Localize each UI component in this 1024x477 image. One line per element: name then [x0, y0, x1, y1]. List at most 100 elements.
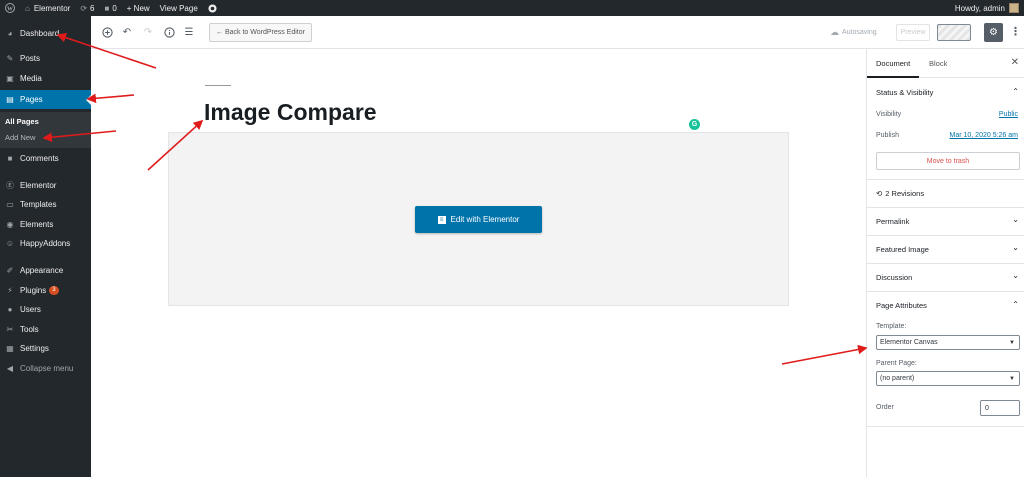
template-select[interactable]: Elementor Canvas ▼: [876, 335, 1020, 350]
panel-divider: [867, 263, 1024, 264]
sidebar-item-comments[interactable]: ■ Comments: [0, 149, 91, 168]
page-title[interactable]: Image Compare: [204, 99, 377, 126]
media-icon: ▣: [6, 74, 14, 83]
pages-icon: ▤: [6, 95, 14, 104]
updates-count: 6: [90, 3, 95, 13]
block-navigation-icon[interactable]: ☰: [183, 26, 195, 38]
sidebar-item-posts[interactable]: ✎ Posts: [0, 49, 91, 68]
admin-bar: W ⌂ Elementor ⟳ 6 ■ 0 + New View Page Ho…: [0, 0, 1024, 16]
tab-document[interactable]: Document: [876, 59, 910, 68]
collapse-icon: ◀: [6, 364, 14, 373]
chevron-down-icon[interactable]: ⌄: [1012, 271, 1019, 280]
sidebar-item-tools[interactable]: ✂ Tools: [0, 320, 91, 339]
grammarly-icon[interactable]: G: [689, 119, 700, 130]
close-icon[interactable]: ✕: [1011, 57, 1019, 68]
add-block-icon[interactable]: [101, 26, 113, 38]
settings-icon: ▦: [6, 344, 14, 353]
sidebar-item-plugins[interactable]: ⚡ Plugins 3: [0, 281, 91, 300]
autosave-status: ☁ Autosaving: [830, 27, 877, 38]
chevron-down-icon[interactable]: ⌄: [1012, 215, 1019, 224]
sidebar-item-appearance[interactable]: ✐ Appearance: [0, 261, 91, 280]
edit-button-label: Edit with Elementor: [450, 215, 520, 224]
panel-divider: [867, 235, 1024, 236]
edit-with-elementor-button[interactable]: ≡ Edit with Elementor: [415, 206, 542, 233]
pages-submenu: All Pages Add New: [0, 112, 91, 148]
sidebar-item-templates[interactable]: ▭ Templates: [0, 195, 91, 214]
revisions-link[interactable]: ⟲ 2 Revisions: [876, 189, 924, 198]
undo-icon[interactable]: ↶: [121, 26, 133, 38]
editor-toolbar: ↶ ↷ ☰ ← Back to WordPress Editor ☁ Autos…: [91, 16, 1024, 49]
visibility-label: Visibility: [876, 111, 902, 118]
elementor-toolbar-icon[interactable]: [203, 0, 222, 16]
sidebar-item-label: Users: [20, 305, 41, 314]
comments-link[interactable]: ■ 0: [99, 0, 121, 16]
greeting-label: Howdy, admin: [954, 3, 1005, 13]
preview-button[interactable]: Preview: [896, 24, 930, 41]
new-content-link[interactable]: + New: [122, 0, 155, 16]
order-label: Order: [876, 404, 894, 411]
site-name-link[interactable]: ⌂ Elementor: [20, 0, 75, 16]
back-to-wordpress-editor-button[interactable]: ← Back to WordPress Editor: [209, 23, 312, 42]
sidebar-item-label: Elementor: [20, 181, 57, 190]
publish-date-link[interactable]: Mar 10, 2020 5:26 am: [950, 132, 1019, 139]
avatar: [1009, 3, 1019, 13]
caret-down-icon: ▼: [1009, 339, 1015, 346]
info-icon[interactable]: [163, 26, 175, 38]
sidebar-tabs: Document Block ✕: [867, 49, 1024, 78]
more-options-icon[interactable]: ⋮: [1010, 25, 1021, 38]
sidebar-item-label: Comments: [20, 154, 59, 163]
parent-page-label: Parent Page:: [876, 360, 917, 367]
move-to-trash-button[interactable]: Move to trash: [876, 152, 1020, 170]
settings-toggle-button[interactable]: ⚙: [984, 23, 1003, 42]
sidebar-item-media[interactable]: ▣ Media: [0, 69, 91, 88]
comment-bubble-icon: ■: [104, 3, 110, 13]
publish-label: Publish: [876, 132, 899, 139]
wordpress-logo-icon[interactable]: W: [0, 0, 20, 16]
plugin-icon: ⚡: [7, 286, 13, 295]
submenu-all-pages[interactable]: All Pages: [5, 117, 39, 126]
visibility-link[interactable]: Public: [999, 111, 1018, 118]
elementor-logo-icon: ≡: [437, 215, 446, 224]
sidebar-item-dashboard[interactable]: ◕ Dashboard: [0, 24, 91, 43]
elementor-icon: Ⓔ: [6, 181, 14, 190]
active-tab-indicator: [867, 76, 919, 78]
featured-image-panel-title[interactable]: Featured Image: [876, 245, 929, 254]
panel-divider: [867, 426, 1024, 427]
sidebar-item-happyaddons[interactable]: ☺ HappyAddons: [0, 234, 91, 253]
folder-icon: ▭: [6, 200, 14, 209]
caret-down-icon: ▼: [1009, 375, 1015, 382]
discussion-panel-title[interactable]: Discussion: [876, 273, 912, 282]
view-page-link[interactable]: View Page: [155, 0, 203, 16]
sidebar-item-pages[interactable]: ▤ Pages: [0, 90, 91, 109]
updates-link[interactable]: ⟳ 6: [75, 0, 99, 16]
redo-icon[interactable]: ↷: [142, 26, 154, 38]
sidebar-item-label: Media: [20, 74, 42, 83]
update-button[interactable]: [937, 24, 971, 41]
sidebar-item-label: Collapse menu: [20, 364, 74, 373]
title-separator: [205, 85, 231, 86]
parent-page-select[interactable]: (no parent) ▼: [876, 371, 1020, 386]
template-select-value: Elementor Canvas: [880, 339, 938, 346]
chevron-down-icon[interactable]: ⌄: [1012, 243, 1019, 252]
home-icon: ⌂: [25, 3, 30, 13]
permalink-panel-title[interactable]: Permalink: [876, 217, 909, 226]
sidebar-item-label: Tools: [20, 325, 39, 334]
sidebar-item-elements[interactable]: ◉ Elements: [0, 215, 91, 234]
admin-sidebar: ◕ Dashboard ✎ Posts ▣ Media ▤ Pages All …: [0, 16, 91, 477]
sidebar-item-label: Settings: [20, 344, 49, 353]
my-account-link[interactable]: Howdy, admin: [950, 0, 1024, 16]
tab-block[interactable]: Block: [929, 59, 947, 68]
chevron-up-icon[interactable]: ⌃: [1012, 300, 1019, 309]
page-attributes-panel-title[interactable]: Page Attributes: [876, 301, 927, 310]
sidebar-collapse-menu[interactable]: ◀ Collapse menu: [0, 359, 91, 378]
submenu-add-new[interactable]: Add New: [5, 133, 35, 142]
sidebar-item-label: Pages: [20, 95, 43, 104]
happy-icon: ☺: [5, 239, 15, 248]
sidebar-item-elementor[interactable]: Ⓔ Elementor: [0, 176, 91, 195]
sidebar-item-settings[interactable]: ▦ Settings: [0, 339, 91, 358]
status-visibility-title[interactable]: Status & Visibility: [876, 88, 933, 97]
site-name-label: Elementor: [33, 3, 71, 13]
order-input[interactable]: 0: [980, 400, 1020, 416]
sidebar-item-users[interactable]: ● Users: [0, 300, 91, 319]
chevron-up-icon[interactable]: ⌃: [1012, 87, 1019, 96]
